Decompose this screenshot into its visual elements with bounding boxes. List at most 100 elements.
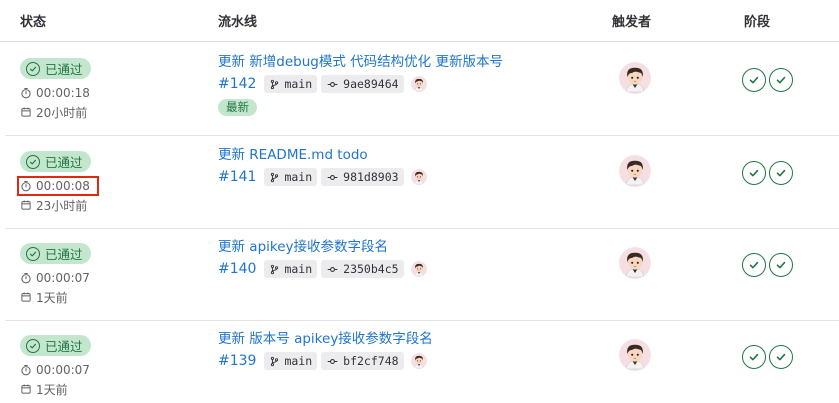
status-cell: 已通过 00:00:08 23小时前	[17, 151, 99, 213]
check-circle-icon	[26, 338, 40, 353]
finished-time: 1天前	[20, 290, 91, 305]
pipeline-id-link[interactable]: #140	[218, 261, 256, 277]
timer-icon	[20, 180, 32, 192]
pipeline-id-link[interactable]: #141	[218, 169, 256, 185]
duration: 00:00:18	[20, 86, 91, 100]
finished-time: 1天前	[20, 382, 91, 397]
timer-icon	[20, 272, 32, 284]
duration: 00:00:08	[17, 176, 99, 196]
status-cell: 已通过 00:00:18 20小时前	[20, 58, 91, 120]
check-circle-icon	[26, 246, 40, 261]
stages	[742, 253, 796, 277]
commit-title-link[interactable]: 更新 README.md todo	[218, 147, 368, 163]
calendar-icon	[20, 383, 32, 395]
duration-text: 00:00:07	[36, 363, 90, 377]
stage-passed-icon[interactable]	[742, 345, 766, 369]
branch-name: main	[284, 170, 313, 184]
pipeline-cell: 更新 新增debug模式 代码结构优化 更新版本号 #142 main 9ae8…	[218, 53, 503, 116]
calendar-icon	[20, 199, 32, 211]
status-badge[interactable]: 已通过	[20, 151, 91, 172]
duration: 00:00:07	[20, 363, 91, 377]
pipeline-id-link[interactable]: #142	[218, 76, 256, 92]
duration-text: 00:00:18	[36, 86, 90, 100]
status-cell: 已通过 00:00:07 1天前	[20, 335, 91, 397]
finished-time: 23小时前	[20, 198, 96, 213]
column-header-pipeline: 流水线	[218, 15, 258, 30]
table-header: 状态 流水线 触发者 阶段	[0, 0, 839, 42]
branch-chip[interactable]: main	[264, 75, 318, 93]
commit-title-link[interactable]: 更新 apikey接收参数字段名	[218, 239, 388, 255]
branch-icon	[269, 356, 280, 367]
column-header-stages: 阶段	[744, 15, 771, 30]
status-label: 已通过	[45, 247, 83, 262]
stage-passed-icon[interactable]	[769, 68, 793, 92]
status-badge[interactable]: 已通过	[20, 58, 91, 79]
pipeline-cell: 更新 README.md todo #141 main 981d8903	[218, 146, 427, 187]
branch-chip[interactable]: main	[264, 260, 318, 278]
branch-chip[interactable]: main	[264, 352, 318, 370]
triggerer-avatar[interactable]	[619, 62, 651, 94]
branch-name: main	[284, 354, 313, 368]
stage-passed-icon[interactable]	[769, 345, 793, 369]
pipeline-row: 已通过 00:00:07 1天前 更新 版本号 apikey接收参数字段名 #1…	[5, 321, 839, 403]
finished-text: 1天前	[36, 382, 68, 397]
finished-text: 23小时前	[36, 198, 88, 213]
status-badge[interactable]: 已通过	[20, 243, 91, 264]
stages	[742, 161, 796, 185]
commit-chip[interactable]: 9ae89464	[321, 75, 404, 93]
duration-text: 00:00:07	[36, 271, 90, 285]
stage-passed-icon[interactable]	[769, 161, 793, 185]
column-header-triggerer: 触发者	[612, 15, 652, 30]
branch-icon	[269, 264, 280, 275]
triggerer-avatar[interactable]	[619, 155, 651, 187]
finished-text: 1天前	[36, 290, 68, 305]
pipeline-row: 已通过 00:00:07 1天前 更新 apikey接收参数字段名 #140 m…	[5, 229, 839, 321]
author-avatar[interactable]	[411, 76, 427, 92]
status-badge[interactable]: 已通过	[20, 335, 91, 356]
stages	[742, 345, 796, 369]
commit-sha: 9ae89464	[343, 77, 399, 91]
stages	[742, 68, 796, 92]
commit-chip[interactable]: bf2cf748	[321, 352, 404, 370]
status-label: 已通过	[45, 62, 83, 77]
branch-name: main	[284, 77, 313, 91]
check-circle-icon	[26, 61, 40, 76]
duration-text: 00:00:08	[36, 179, 90, 193]
finished-text: 20小时前	[36, 105, 88, 120]
triggerer-avatar[interactable]	[619, 339, 651, 371]
author-avatar[interactable]	[411, 353, 427, 369]
branch-icon	[269, 172, 280, 183]
commit-chip[interactable]: 981d8903	[321, 168, 404, 186]
commit-sha: 2350b4c5	[343, 262, 399, 276]
commit-icon	[326, 264, 339, 275]
author-avatar[interactable]	[411, 169, 427, 185]
commit-icon	[326, 79, 339, 90]
author-avatar[interactable]	[411, 261, 427, 277]
column-header-status: 状态	[20, 15, 47, 30]
timer-icon	[20, 364, 32, 376]
branch-chip[interactable]: main	[264, 168, 318, 186]
status-label: 已通过	[45, 155, 83, 170]
commit-sha: 981d8903	[343, 170, 399, 184]
stage-passed-icon[interactable]	[769, 253, 793, 277]
stage-passed-icon[interactable]	[742, 161, 766, 185]
commit-title-link[interactable]: 更新 新增debug模式 代码结构优化 更新版本号	[218, 54, 503, 70]
commit-chip[interactable]: 2350b4c5	[321, 260, 404, 278]
branch-icon	[269, 79, 280, 90]
calendar-icon	[20, 291, 32, 303]
stage-passed-icon[interactable]	[742, 68, 766, 92]
check-circle-icon	[26, 154, 40, 169]
branch-name: main	[284, 262, 313, 276]
stage-passed-icon[interactable]	[742, 253, 766, 277]
commit-title-link[interactable]: 更新 版本号 apikey接收参数字段名	[218, 331, 433, 347]
triggerer-avatar[interactable]	[619, 247, 651, 279]
calendar-icon	[20, 106, 32, 118]
commit-sha: bf2cf748	[343, 354, 399, 368]
duration: 00:00:07	[20, 271, 91, 285]
pipeline-cell: 更新 版本号 apikey接收参数字段名 #139 main bf2cf748	[218, 330, 433, 371]
status-label: 已通过	[45, 339, 83, 354]
finished-time: 20小时前	[20, 105, 91, 120]
pipeline-id-link[interactable]: #139	[218, 353, 256, 369]
pipeline-row: 已通过 00:00:18 20小时前 更新 新增debug模式 代码结构优化 更…	[5, 44, 839, 136]
latest-badge: 最新	[218, 99, 257, 116]
